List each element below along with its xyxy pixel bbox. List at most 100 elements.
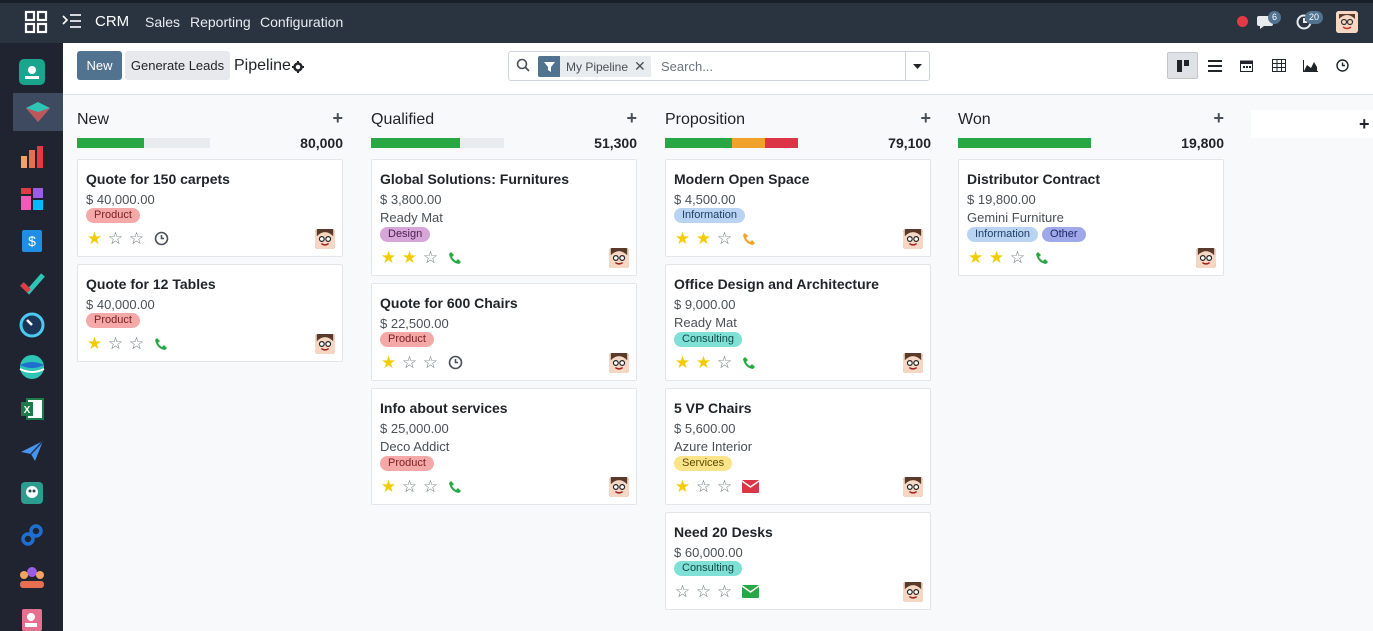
menu-configuration[interactable]: Configuration bbox=[260, 14, 343, 30]
list-view-button[interactable] bbox=[1199, 52, 1230, 79]
app-name[interactable]: CRM bbox=[95, 13, 129, 30]
kanban-card[interactable]: Global Solutions: Furnitures $ 3,800.00 Re… bbox=[371, 159, 637, 276]
kanban-card[interactable]: Office Design and Architecture $ 9,000.00… bbox=[665, 264, 931, 381]
app-crm-icon[interactable] bbox=[13, 93, 63, 131]
app-link-icon[interactable] bbox=[13, 516, 51, 554]
priority-star-icon[interactable]: ☆ bbox=[694, 478, 713, 495]
app-spreadsheet-icon[interactable]: X bbox=[13, 390, 51, 428]
app-invoicing-icon[interactable]: $ bbox=[13, 222, 51, 260]
priority-star-icon[interactable]: ☆ bbox=[673, 583, 692, 600]
progress-segment[interactable] bbox=[77, 138, 144, 148]
kanban-card[interactable]: Quote for 150 carpets $ 40,000.00 Product ★… bbox=[77, 159, 343, 257]
app-employees-icon[interactable] bbox=[13, 558, 51, 596]
progress-segment[interactable] bbox=[764, 138, 798, 148]
envelope-red-icon[interactable] bbox=[742, 480, 759, 493]
kanban-card[interactable]: Quote for 12 Tables $ 40,000.00 Product ★ ☆ ☆ bbox=[77, 264, 343, 362]
apps-menu-icon[interactable] bbox=[24, 10, 48, 39]
priority-star-icon[interactable]: ☆ bbox=[400, 478, 419, 495]
priority-star-icon[interactable]: ★ bbox=[379, 478, 398, 495]
column-title[interactable]: Qualified bbox=[371, 111, 434, 129]
priority-star-icon[interactable]: ☆ bbox=[694, 583, 713, 600]
priority-star-icon[interactable]: ☆ bbox=[127, 230, 146, 247]
add-column[interactable]: + bbox=[1251, 110, 1373, 138]
progress-segment[interactable] bbox=[665, 138, 732, 148]
gear-icon[interactable] bbox=[292, 60, 304, 78]
priority-star-icon[interactable]: ☆ bbox=[421, 478, 440, 495]
menu-reporting[interactable]: Reporting bbox=[190, 14, 251, 30]
priority-star-icon[interactable]: ☆ bbox=[421, 354, 440, 371]
priority-star-icon[interactable]: ★ bbox=[673, 478, 692, 495]
app-discuss-icon[interactable] bbox=[13, 53, 51, 91]
priority-star-icon[interactable]: ★ bbox=[673, 230, 692, 247]
salesperson-avatar[interactable] bbox=[903, 229, 923, 249]
kanban-card[interactable]: 5 VP Chairs $ 5,600.00 Azure Interior Servi… bbox=[665, 388, 931, 505]
priority-star-icon[interactable]: ☆ bbox=[1008, 249, 1027, 266]
column-progress-bar[interactable] bbox=[665, 138, 798, 148]
priority-star-icon[interactable]: ★ bbox=[673, 354, 692, 371]
kanban-card[interactable]: Need 20 Desks $ 60,000.00 Consulting ☆ ☆ ☆ bbox=[665, 512, 931, 610]
priority-star-icon[interactable]: ☆ bbox=[715, 583, 734, 600]
priority-star-icon[interactable]: ★ bbox=[85, 230, 104, 247]
priority-star-icon[interactable]: ★ bbox=[966, 249, 985, 266]
salesperson-avatar[interactable] bbox=[903, 582, 923, 602]
priority-star-icon[interactable]: ★ bbox=[400, 249, 419, 266]
salesperson-avatar[interactable] bbox=[609, 477, 629, 497]
search-icon[interactable] bbox=[516, 58, 530, 77]
salesperson-avatar[interactable] bbox=[609, 248, 629, 268]
column-progress-bar[interactable] bbox=[958, 138, 1091, 148]
priority-star-icon[interactable]: ★ bbox=[694, 354, 713, 371]
priority-star-icon[interactable]: ☆ bbox=[106, 230, 125, 247]
priority-star-icon[interactable]: ☆ bbox=[421, 249, 440, 266]
kanban-card[interactable]: Quote for 600 Chairs $ 22,500.00 Product ★ ☆… bbox=[371, 283, 637, 381]
priority-star-icon[interactable]: ☆ bbox=[715, 230, 734, 247]
progress-segment[interactable] bbox=[958, 138, 1091, 148]
priority-star-icon[interactable]: ★ bbox=[85, 335, 104, 352]
generate-leads-button[interactable]: Generate Leads bbox=[125, 51, 230, 80]
app-email-marketing-icon[interactable] bbox=[13, 432, 51, 470]
clock-icon[interactable] bbox=[448, 355, 463, 370]
sidebar-toggle-icon[interactable] bbox=[62, 13, 82, 34]
kanban-card[interactable]: Info about services $ 25,000.00 Deco Addic… bbox=[371, 388, 637, 505]
phone-icon[interactable] bbox=[448, 480, 462, 494]
add-column-plus-icon[interactable]: + bbox=[1359, 114, 1370, 135]
search-input[interactable] bbox=[661, 57, 891, 76]
salesperson-avatar[interactable] bbox=[315, 334, 335, 354]
phone-icon[interactable] bbox=[742, 356, 756, 370]
column-title[interactable]: Proposition bbox=[665, 111, 745, 129]
graph-view-button[interactable] bbox=[1295, 52, 1326, 79]
salesperson-avatar[interactable] bbox=[903, 353, 923, 373]
column-progress-bar[interactable] bbox=[371, 138, 504, 148]
salesperson-avatar[interactable] bbox=[609, 353, 629, 373]
app-website-icon[interactable] bbox=[13, 348, 51, 386]
kanban-view-button[interactable] bbox=[1167, 52, 1198, 79]
app-contacts-icon[interactable] bbox=[13, 600, 51, 631]
app-timesheet-icon[interactable] bbox=[13, 306, 51, 344]
column-add-icon[interactable]: + bbox=[920, 108, 931, 129]
priority-star-icon[interactable]: ☆ bbox=[106, 335, 125, 352]
envelope-green-icon[interactable] bbox=[742, 585, 759, 598]
salesperson-avatar[interactable] bbox=[1196, 248, 1216, 268]
column-progress-bar[interactable] bbox=[77, 138, 210, 148]
priority-star-icon[interactable]: ☆ bbox=[715, 354, 734, 371]
app-project-icon[interactable] bbox=[13, 264, 51, 302]
user-avatar[interactable] bbox=[1336, 11, 1358, 33]
kanban-card[interactable]: Modern Open Space $ 4,500.00 Information ★ ★… bbox=[665, 159, 931, 257]
column-add-icon[interactable]: + bbox=[332, 108, 343, 129]
column-title[interactable]: New bbox=[77, 111, 109, 129]
column-add-icon[interactable]: + bbox=[1213, 108, 1224, 129]
salesperson-avatar[interactable] bbox=[315, 229, 335, 249]
column-add-icon[interactable]: + bbox=[626, 108, 637, 129]
search-dropdown-toggle[interactable] bbox=[905, 52, 929, 80]
activity-view-button[interactable] bbox=[1327, 52, 1358, 79]
app-dashboard-icon[interactable] bbox=[13, 180, 51, 218]
salesperson-avatar[interactable] bbox=[903, 477, 923, 497]
menu-sales[interactable]: Sales bbox=[145, 14, 180, 30]
app-sales-icon[interactable] bbox=[13, 138, 51, 176]
phone-icon[interactable] bbox=[154, 337, 168, 351]
phone-icon[interactable] bbox=[448, 251, 462, 265]
pivot-view-button[interactable] bbox=[1263, 52, 1294, 79]
phone-icon[interactable] bbox=[1035, 251, 1049, 265]
priority-star-icon[interactable]: ★ bbox=[987, 249, 1006, 266]
facet-remove-icon[interactable]: ✕ bbox=[634, 58, 651, 75]
progress-segment[interactable] bbox=[371, 138, 461, 148]
